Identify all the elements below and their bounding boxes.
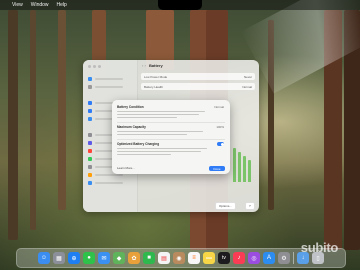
messages-icon[interactable]: ● <box>83 252 95 264</box>
music-icon[interactable]: ♪ <box>233 252 245 264</box>
page-title: Battery <box>149 63 163 68</box>
app-store-icon[interactable]: A <box>263 252 275 264</box>
dock: ☺ ▦ ⊕ ● ✉ ◆ ✿ ■ ▤ ◉ ≡ ▬ tv ♪ ◎ A ⚙ ↓ ▯ <box>16 248 346 268</box>
maximum-capacity-label: Maximum Capacity <box>117 125 146 129</box>
battery-condition-label: Battery Condition <box>117 105 144 109</box>
sidebar-item[interactable] <box>88 76 123 81</box>
description-text <box>117 154 171 156</box>
settings-icon <box>88 132 92 137</box>
maps-icon[interactable]: ◆ <box>113 252 125 264</box>
finder-icon[interactable]: ☺ <box>38 252 50 264</box>
row-value: Normal <box>242 84 252 89</box>
row-label: Battery Health <box>144 84 164 89</box>
settings-icon <box>88 148 92 153</box>
optimized-charging-label: Optimized Battery Charging <box>117 142 160 146</box>
row-label: Low Power Mode <box>144 74 168 79</box>
settings-icon <box>88 156 92 161</box>
row-value: Never <box>243 74 252 79</box>
battery-health-sheet: Battery Condition Normal Maximum Capacit… <box>112 100 230 174</box>
learn-more-button[interactable]: Learn More... <box>117 166 135 170</box>
battery-level-bar <box>233 148 236 182</box>
camera-notch <box>158 0 202 10</box>
options-button[interactable]: Options... <box>215 202 236 210</box>
battery-level-bar <box>243 156 246 182</box>
subito-watermark: subito <box>300 240 339 255</box>
tv-icon[interactable]: tv <box>218 252 230 264</box>
description-text <box>117 148 207 150</box>
optimized-charging-toggle[interactable] <box>217 142 224 146</box>
description-text <box>117 134 187 136</box>
low-power-mode-row[interactable]: Low Power Mode Never <box>141 73 255 80</box>
battery-condition-value: Normal <box>214 105 224 109</box>
description-text <box>117 114 199 116</box>
close-button[interactable] <box>88 65 91 68</box>
menu-item-help[interactable]: Help <box>57 2 67 8</box>
tree-trunk <box>30 10 36 230</box>
photos-icon[interactable]: ✿ <box>128 252 140 264</box>
system-settings-icon[interactable]: ⚙ <box>278 252 290 264</box>
minimize-button[interactable] <box>93 65 96 68</box>
settings-icon <box>88 164 92 169</box>
menu-item-view[interactable]: View <box>12 2 23 8</box>
settings-icon <box>88 76 92 81</box>
battery-level-bar <box>238 152 241 182</box>
menu-item-window[interactable]: Window <box>31 2 49 8</box>
calendar-icon[interactable]: ▤ <box>158 252 170 264</box>
launchpad-icon[interactable]: ▦ <box>53 252 65 264</box>
tree-trunk <box>8 10 18 240</box>
description-text <box>117 131 203 133</box>
divider <box>117 122 225 123</box>
help-button[interactable]: ? <box>245 202 255 210</box>
window-controls <box>88 65 101 68</box>
contacts-icon[interactable]: ◉ <box>173 252 185 264</box>
settings-icon <box>88 172 92 177</box>
settings-icon <box>88 108 92 113</box>
description-text <box>117 151 201 153</box>
mail-icon[interactable]: ✉ <box>98 252 110 264</box>
settings-icon <box>88 140 92 145</box>
dock-divider <box>293 252 294 264</box>
battery-health-row[interactable]: Battery Health Normal <box>141 83 255 90</box>
settings-icon <box>88 116 92 121</box>
description-text <box>117 117 177 119</box>
settings-icon <box>88 180 92 185</box>
facetime-icon[interactable]: ■ <box>143 252 155 264</box>
sidebar-item[interactable] <box>88 180 123 185</box>
sidebar-item[interactable] <box>88 84 123 89</box>
reminders-icon[interactable]: ≡ <box>188 252 200 264</box>
settings-icon <box>88 84 92 89</box>
description-text <box>117 111 205 113</box>
divider <box>117 139 225 140</box>
zoom-button[interactable] <box>98 65 101 68</box>
podcasts-icon[interactable]: ◎ <box>248 252 260 264</box>
safari-icon[interactable]: ⊕ <box>68 252 80 264</box>
notes-icon[interactable]: ▬ <box>203 252 215 264</box>
battery-level-bar <box>248 160 251 182</box>
back-forward-icon[interactable]: ‹ › <box>142 63 146 68</box>
settings-icon <box>88 100 92 105</box>
maximum-capacity-value: 100% <box>216 125 224 129</box>
done-button[interactable]: Done <box>209 166 225 171</box>
tree-trunk <box>58 10 66 210</box>
